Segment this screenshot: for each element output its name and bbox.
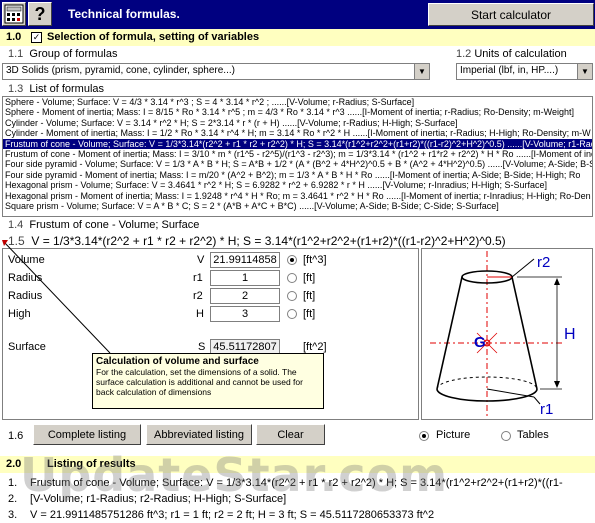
tables-radio[interactable] <box>501 431 511 441</box>
selected-formula-label: 1.4 Frustum of cone - Volume; Surface <box>8 219 200 231</box>
watermark: UpdateStar.com <box>20 448 448 502</box>
abbreviated-listing-button[interactable]: Abbreviated listing <box>146 424 252 445</box>
list-item[interactable]: Frustum of cone - Moment of inertia; Mas… <box>3 149 592 159</box>
list-item[interactable]: Cylinder - Moment of inertia; Mass: I = … <box>3 128 592 138</box>
list-item[interactable]: Cylinder - Volume; Surface: V = 3.14 * r… <box>3 118 592 128</box>
label-g: G <box>474 334 486 351</box>
tooltip-title: Calculation of volume and surface <box>96 356 259 367</box>
list-item[interactable]: Four side pyramid - Volume; Surface: V =… <box>3 159 592 169</box>
list-item[interactable]: Sphere - Moment of inertia; Mass: I = 8/… <box>3 107 592 117</box>
var-symbol-v: V <box>197 254 205 266</box>
radius-r2-result-radio[interactable] <box>287 291 297 301</box>
clear-button[interactable]: Clear <box>256 424 325 445</box>
high-field[interactable]: 3 <box>210 306 280 322</box>
list-item[interactable]: Hexagonal prism - Moment of inertia; Mas… <box>3 191 592 201</box>
units-select-value: Imperial (lbf, in, HP....) <box>460 65 559 76</box>
help-button[interactable]: ? <box>28 2 52 26</box>
tables-radio-label: Tables <box>517 429 549 441</box>
section-number: 1.0 <box>6 31 22 43</box>
label-h: H <box>564 326 576 343</box>
radius-r1-field[interactable]: 1 <box>210 270 280 286</box>
picture-panel: r2 H G r1 <box>421 248 593 420</box>
chevron-down-icon[interactable]: ▼ <box>577 64 592 79</box>
tooltip-body: For the calculation, set the dimensions … <box>96 367 303 397</box>
chevron-down-icon[interactable]: ▼ <box>414 64 429 79</box>
list-item[interactable]: Hexagonal prism - Volume; Surface: V = 3… <box>3 180 592 190</box>
units-select[interactable]: Imperial (lbf, in, HP....) ▼ <box>456 63 593 80</box>
radius-r2-unit: [ft] <box>303 290 316 302</box>
result-line: 3. V = 21.9911485751286 ft^3; r1 = 1 ft; … <box>8 509 435 521</box>
var-symbol-r2: r2 <box>193 290 203 302</box>
volume-field[interactable]: 21.99114858 <box>210 252 280 268</box>
list-item[interactable]: Sphere - Volume; Surface: V = 4/3 * 3.14… <box>3 97 592 107</box>
group-label: 1.1 Group of formulas <box>8 48 118 60</box>
title-bar: ? Technical formulas. Start calculator <box>0 0 595 29</box>
section-number: 2.0 <box>6 458 22 470</box>
volume-result-radio[interactable] <box>287 255 297 265</box>
high-result-radio[interactable] <box>287 309 297 319</box>
label-r2: r2 <box>537 254 550 271</box>
calculator-icon <box>4 4 24 24</box>
high-unit: [ft] <box>303 308 316 320</box>
units-label: 1.2 Units of calculation <box>456 48 567 60</box>
tooltip-pointer <box>2 240 111 354</box>
frustum-of-cone-figure: r2 H G r1 <box>430 251 576 418</box>
picture-radio[interactable] <box>419 431 429 441</box>
list-label: 1.3 List of formulas <box>8 83 105 95</box>
group-select[interactable]: 3D Solids (prism, pyramid, cone, cylinde… <box>2 63 430 80</box>
label-r1: r1 <box>540 401 553 418</box>
list-item-selected[interactable]: Frustum of cone - Volume; Surface: V = 1… <box>3 138 592 149</box>
list-item[interactable]: Square prism - Volume; Surface: V = A * … <box>3 201 592 211</box>
group-select-value: 3D Solids (prism, pyramid, cone, cylinde… <box>6 65 235 76</box>
radius-r1-result-radio[interactable] <box>287 273 297 283</box>
radius-r2-field[interactable]: 2 <box>210 288 280 304</box>
section-title: Selection of formula, setting of variabl… <box>47 31 260 43</box>
section-checkbox[interactable]: ✓ <box>31 32 42 43</box>
start-calculator-button[interactable]: Start calculator <box>428 3 594 26</box>
var-symbol-r1: r1 <box>193 272 203 284</box>
var-symbol-h: H <box>196 308 204 320</box>
volume-unit: [ft^3] <box>303 254 327 266</box>
list-item[interactable]: Four side pyramid - Moment of inertia; M… <box>3 170 592 180</box>
help-tooltip: Calculation of volume and surface For th… <box>92 353 324 409</box>
formula-list[interactable]: Sphere - Volume; Surface: V = 4/3 * 3.14… <box>2 96 593 217</box>
buttons-section-number: 1.6 <box>8 430 24 442</box>
picture-radio-label: Picture <box>436 429 471 441</box>
complete-listing-button[interactable]: Complete listing <box>33 424 141 445</box>
app-title: Technical formulas. <box>68 7 180 21</box>
app-icon-button[interactable] <box>2 2 26 26</box>
section-header-selection: 1.0 ✓ Selection of formula, setting of v… <box>0 29 595 46</box>
surface-unit: [ft^2] <box>303 341 327 353</box>
radius-r1-unit: [ft] <box>303 272 316 284</box>
var-symbol-s: S <box>198 341 206 353</box>
